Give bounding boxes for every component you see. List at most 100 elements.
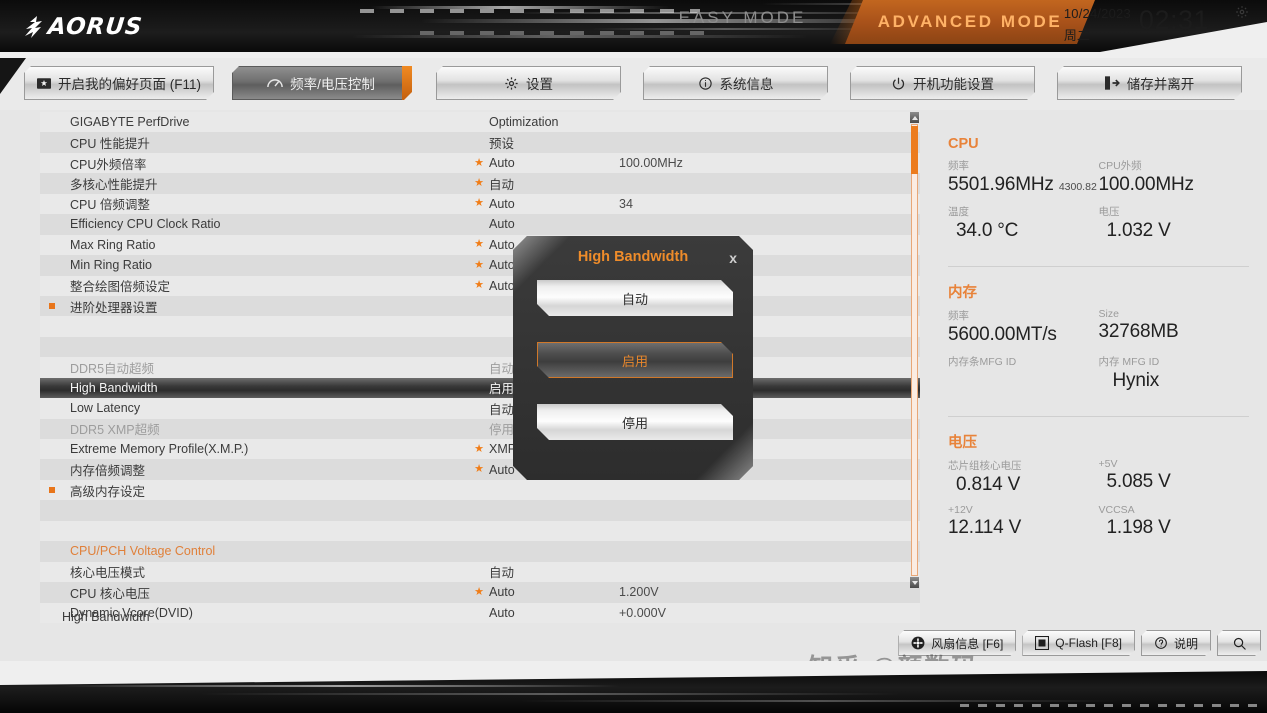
memory-mfg-label: 内存 MFG ID (1098, 356, 1160, 368)
settings-row[interactable]: CPU/PCH Voltage Control (40, 541, 920, 562)
cpu-voltage: 电压 1.032 V (1099, 204, 1250, 242)
plus12v-label: +12V (948, 504, 973, 516)
settings-row-label: DDR5 XMP超频 (70, 423, 160, 438)
settings-row[interactable]: Extreme Memory Profile(X.M.P.)★XMP38-38-… (40, 439, 920, 460)
settings-row-value: Auto (489, 196, 515, 211)
scrollbar-thumb[interactable] (911, 126, 918, 174)
gear-icon[interactable] (1235, 5, 1249, 19)
settings-row[interactable]: DDR5自动超频 自动 (40, 357, 920, 378)
panel-divider-2 (948, 416, 1249, 417)
plus12v: +12V 12.114 V (948, 504, 1099, 539)
tab-boot[interactable]: 开机功能设置 (850, 66, 1035, 100)
settings-row-selected[interactable]: High Bandwidth 启用 (40, 377, 920, 399)
settings-list[interactable]: GIGABYTE PerfDrive Optimization CPU 性能提升 预设… (40, 112, 920, 623)
settings-row[interactable]: 进阶处理器设置 (40, 295, 920, 317)
easy-mode-button[interactable]: EASY MODE (645, 4, 840, 32)
help-button[interactable]: 说明 (1141, 630, 1211, 656)
settings-row-value: Auto (489, 585, 515, 600)
clock-date: 10/24/2023 (1063, 6, 1131, 21)
memory-mfg-value: Hynix (1112, 370, 1160, 391)
high-bandwidth-dialog: High Bandwidth x 自动 启用 停用 (513, 236, 753, 480)
favorite-star-icon: ★ (474, 279, 484, 292)
tab-label: 开机功能设置 (913, 77, 994, 92)
vccsa-value: 1.198 V (1106, 517, 1171, 538)
cpu-bclk: CPU外频 100.00MHz (1099, 158, 1250, 196)
cpu-info-group: CPU 频率 5501.96MHz 4300.82 CPU外频 100.00MH… (948, 136, 1249, 250)
tab-favorites[interactable]: 开启我的偏好页面 (F11) (24, 66, 214, 100)
favorite-page-icon (37, 77, 51, 90)
settings-row (40, 520, 920, 542)
settings-row-extra: 1.200V (619, 585, 659, 600)
settings-row[interactable]: 内存倍频调整★Auto5600 (40, 459, 920, 480)
memory-mfg: 内存 MFG ID Hynix (1099, 354, 1250, 392)
favorite-star-icon: ★ (474, 463, 484, 476)
settings-row[interactable]: 多核心性能提升 ★ 自动 (40, 173, 920, 194)
aorus-wordmark: AORUS (46, 14, 144, 40)
scroll-up-button[interactable] (910, 112, 919, 123)
settings-row-value: Auto (489, 217, 515, 232)
close-icon[interactable]: x (729, 250, 737, 266)
tab-label: 系统信息 (719, 77, 774, 92)
cpu-temperature: 温度 34.0 °C (948, 204, 1099, 242)
exit-icon (1105, 76, 1120, 90)
chipset-core-voltage-label: 芯片组核心电压 (948, 460, 1022, 472)
scroll-down-button[interactable] (910, 577, 919, 588)
active-tab-accent (402, 66, 412, 100)
help-label: 说明 (1173, 636, 1198, 651)
vccsa-label: VCCSA (1098, 504, 1135, 516)
cpu-frequency-value: 5501.96MHz (948, 174, 1054, 195)
tab-settings[interactable]: 设置 (436, 66, 621, 100)
tab-tweaker[interactable]: 频率/电压控制 (232, 66, 410, 100)
favorite-star-icon: ★ (474, 197, 484, 210)
top-header: AORUS EASY MODE ADVANCED MODE 10/24/2023… (0, 0, 1267, 58)
qflash-button[interactable]: Q-Flash [F8] (1022, 630, 1135, 656)
dialog-option-auto[interactable]: 自动 (537, 280, 733, 316)
dialog-option-enabled[interactable]: 启用 (537, 342, 733, 378)
settings-row (40, 500, 920, 521)
plus5v: +5V 5.085 V (1099, 458, 1250, 496)
cpu-frequency-sub: 4300.82 (1058, 181, 1097, 193)
scrollbar-track[interactable] (911, 124, 918, 576)
memory-size-value: 32768MB (1098, 321, 1179, 342)
tab-bar: 开启我的偏好页面 (F11) 频率/电压控制 设置 系统信息 开机功能设置 储存… (0, 58, 1267, 110)
panel-divider-1 (948, 266, 1249, 267)
settings-row[interactable]: CPU 性能提升 预设 (40, 132, 920, 153)
settings-row[interactable]: 核心电压模式 自动 (40, 561, 920, 583)
memory-size-label: Size (1098, 308, 1119, 320)
settings-row[interactable]: CPU 核心电压 ★ Auto 1.200V (40, 582, 920, 603)
settings-row[interactable]: CPU外频倍率 ★ Auto 100.00MHz (40, 152, 920, 174)
settings-row[interactable]: Low Latency 自动 (40, 398, 920, 419)
settings-row-label: CPU外频倍率 (70, 157, 147, 172)
settings-row-label: CPU 核心电压 (70, 586, 150, 601)
search-button[interactable] (1217, 630, 1261, 656)
settings-row[interactable]: Min Ring Ratio ★ Auto (40, 255, 920, 276)
tab-label: 开启我的偏好页面 (F11) (57, 77, 201, 92)
advanced-mode-button[interactable]: ADVANCED MODE (845, 0, 1095, 44)
settings-row-label: Min Ring Ratio (70, 258, 152, 273)
favorite-star-icon: ★ (474, 238, 484, 251)
tab-system-info[interactable]: 系统信息 (643, 66, 828, 100)
settings-row-value: 自动 (489, 566, 515, 581)
settings-row[interactable]: 整合绘图倍频设定 ★ Auto (40, 275, 920, 296)
memory-frequency-value: 5600.00MT/s (948, 324, 1057, 345)
memory-frequency-label: 频率 (948, 310, 969, 322)
tab-label: 储存并离开 (1126, 77, 1195, 92)
settings-row[interactable]: Efficiency CPU Clock Ratio Auto (40, 214, 920, 235)
settings-row[interactable]: Max Ring Ratio ★ Auto (40, 234, 920, 256)
clock-time: 02:31 (1138, 5, 1209, 35)
settings-row-extra: 100.00MHz (619, 156, 683, 171)
memory-size: Size 32768MB (1099, 308, 1250, 346)
dialog-option-disabled[interactable]: 停用 (537, 404, 733, 440)
tab-save-exit[interactable]: 储存并离开 (1057, 66, 1242, 100)
settings-row[interactable]: DDR5 XMP超频 停用 (40, 418, 920, 439)
settings-row[interactable]: GIGABYTE PerfDrive Optimization (40, 112, 920, 133)
list-scrollbar[interactable] (908, 112, 919, 588)
settings-row[interactable]: CPU 倍频调整 ★ Auto 34 (40, 193, 920, 215)
settings-row-label: CPU 性能提升 (70, 137, 150, 152)
settings-row[interactable]: 高级内存设定 (40, 479, 920, 501)
settings-row (40, 336, 920, 358)
chipset-core-voltage: 芯片组核心电压 0.814 V (948, 458, 1099, 496)
qflash-label: Q-Flash [F8] (1055, 636, 1122, 650)
system-info-panel: CPU 频率 5501.96MHz 4300.82 CPU外频 100.00MH… (930, 112, 1267, 588)
bottom-dash-decor (960, 704, 1260, 707)
